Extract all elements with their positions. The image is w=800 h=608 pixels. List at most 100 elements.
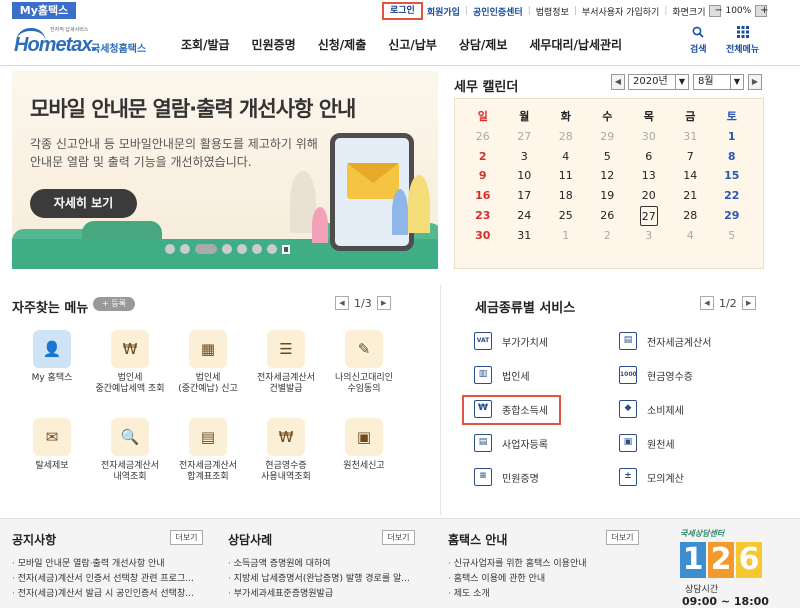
zoom-out-button[interactable]: − [709, 5, 723, 17]
favorite-item[interactable]: ✎ 나의신고대리인 수임동의 [324, 330, 404, 395]
dept-user-signup-link[interactable]: 부서사용자 가입하기 [578, 5, 663, 18]
calendar-day[interactable]: 29 [711, 206, 753, 226]
calendar-day[interactable]: 15 [711, 166, 753, 186]
next-page-button[interactable]: ▶ [741, 296, 756, 310]
calendar-day[interactable]: 7 [670, 147, 712, 167]
list-item[interactable]: 소득금액 증명원에 대하여 [228, 557, 422, 572]
favorite-item[interactable]: ✉ 탈세제보 [12, 418, 92, 472]
calendar-day[interactable]: 14 [670, 166, 712, 186]
banner-dot[interactable] [165, 244, 175, 254]
calendar-day[interactable]: 26 [587, 206, 629, 226]
calendar-day[interactable]: 2 [462, 147, 504, 167]
nav-item-tax-agent[interactable]: 세무대리/납세관리 [529, 36, 622, 53]
login-link[interactable]: 로그인 [382, 2, 423, 20]
list-item[interactable]: 전자(세금)계산서 인증서 선택창 관련 프로그... [12, 572, 212, 587]
month-select[interactable]: 8월 ▼ [693, 74, 744, 90]
favorite-item[interactable]: ▣ 원천세신고 [324, 418, 404, 472]
calendar-day[interactable]: 3 [504, 147, 546, 167]
calendar-day[interactable]: 23 [462, 206, 504, 226]
calendar-day[interactable]: 31 [504, 226, 546, 246]
calendar-day[interactable]: 11 [545, 166, 587, 186]
banner-description: 각종 신고안내 등 모바일안내문의 활용도를 제고하기 위해 안내문 열람 및 … [30, 137, 318, 169]
list-item[interactable]: 제도 소개 [448, 587, 648, 602]
calendar-day[interactable]: 6 [628, 147, 670, 167]
nav-item-consulting[interactable]: 상담/제보 [459, 36, 508, 53]
list-item[interactable]: 전자(세금)계산서 발급 시 공인인증서 선택창... [12, 587, 212, 602]
cert-center-link[interactable]: 공인인증센터 [469, 5, 527, 18]
calendar-day[interactable]: 21 [670, 186, 712, 206]
favorite-item[interactable]: ▦ 법인세 (중간예납) 신고 [168, 330, 248, 395]
calendar-day[interactable]: 9 [462, 166, 504, 186]
all-menu-button[interactable]: 전체메뉴 [726, 26, 759, 55]
favorite-item[interactable]: 👤 My 홈택스 [12, 330, 92, 384]
tax-service-item[interactable]: ▥ 법인세 [474, 366, 530, 384]
banner-dot[interactable] [252, 244, 262, 254]
banner-dot[interactable] [222, 244, 232, 254]
tax-service-item[interactable]: ▤ 전자세금계산서 [619, 332, 711, 350]
calendar-day[interactable]: 28 [670, 206, 712, 226]
next-month-button[interactable]: ▶ [748, 74, 762, 90]
nav-item-filing[interactable]: 신고/납부 [388, 36, 437, 53]
list-item[interactable]: 부가세과세표준증명원발급 [228, 587, 422, 602]
calendar-day[interactable]: 4 [545, 147, 587, 167]
cases-more-button[interactable]: 더보기 [382, 530, 415, 545]
call-center-126[interactable]: 국세상담센터 1 2 6 상담시간 09:00 ~ 18:00 [680, 528, 790, 608]
register-favorite-button[interactable]: + 등록 [93, 297, 135, 311]
favorite-item[interactable]: ₩ 현금영수증 사용내역조회 [246, 418, 326, 483]
tax-service-item[interactable]: 1000 현금영수증 [619, 366, 693, 384]
year-select[interactable]: 2020년 ▼ [628, 74, 689, 90]
signup-link[interactable]: 회원가입 [423, 5, 464, 18]
favorite-item[interactable]: ₩ 법인세 중간예납세액 조회 [90, 330, 170, 395]
calendar-day[interactable]: 27 [640, 205, 658, 226]
calendar-day[interactable]: 22 [711, 186, 753, 206]
calendar-day[interactable]: 20 [628, 186, 670, 206]
prev-page-button[interactable]: ◀ [335, 296, 349, 310]
favorite-item[interactable]: ☰ 전자세금계산서 건별발급 [246, 330, 326, 395]
nav-item-application[interactable]: 신청/제출 [318, 36, 367, 53]
nav-item-inquiry[interactable]: 조회/발급 [181, 36, 230, 53]
favorite-item[interactable]: 🔍 전자세금계산서 내역조회 [90, 418, 170, 483]
calendar-day[interactable]: 17 [504, 186, 546, 206]
tax-service-item[interactable]: ± 모의계산 [619, 468, 684, 486]
prev-page-button[interactable]: ◀ [700, 296, 714, 310]
list-item[interactable]: 지방세 납세증명서(완납증명) 발행 경로를 알... [228, 572, 422, 587]
list-item[interactable]: 신규사업자를 위한 홈택스 이용안내 [448, 557, 648, 572]
tax-service-item[interactable]: ▤ 사업자등록 [474, 434, 548, 452]
calendar-day[interactable]: 1 [711, 127, 753, 147]
calendar-day[interactable]: 5 [587, 147, 629, 167]
banner-detail-button[interactable]: 자세히 보기 [30, 189, 137, 218]
main-banner[interactable]: 모바일 안내문 열람·출력 개선사항 안내 각종 신고안내 등 모바일안내문의 … [12, 71, 438, 269]
nav-item-certificate[interactable]: 민원증명 [252, 36, 296, 53]
prev-month-button[interactable]: ◀ [611, 74, 625, 90]
calendar-day[interactable]: 30 [462, 226, 504, 246]
calendar-day[interactable]: 8 [711, 147, 753, 167]
tax-service-item[interactable]: VAT 부가가치세 [474, 332, 548, 350]
calendar-day[interactable]: 12 [587, 166, 629, 186]
calendar-day[interactable]: 16 [462, 186, 504, 206]
notices-more-button[interactable]: 더보기 [170, 530, 203, 545]
tax-service-item[interactable]: ▣ 원천세 [619, 434, 675, 452]
tax-service-item[interactable]: ≡ 민원증명 [474, 468, 539, 486]
favorite-item[interactable]: ▤ 전자세금계산서 합계표조회 [168, 418, 248, 483]
list-item[interactable]: 모바일 안내문 열람·출력 개선사항 안내 [12, 557, 212, 572]
calendar-day[interactable]: 10 [504, 166, 546, 186]
zoom-in-button[interactable]: + [755, 5, 769, 17]
banner-dot-active[interactable] [195, 244, 217, 254]
next-page-button[interactable]: ▶ [376, 296, 391, 310]
banner-dot[interactable] [180, 244, 190, 254]
guide-more-button[interactable]: 더보기 [606, 530, 639, 545]
my-hometax-tab[interactable]: My홈택스 [12, 2, 76, 19]
banner-dot[interactable] [237, 244, 247, 254]
pause-icon[interactable] [282, 244, 290, 254]
calendar-day[interactable]: 24 [504, 206, 546, 226]
calendar-day[interactable]: 19 [587, 186, 629, 206]
hometax-logo[interactable]: 전자적 납세서비스 Hometax. 국세청홈택스 [12, 24, 162, 60]
law-info-link[interactable]: 법령정보 [532, 5, 573, 18]
calendar-day[interactable]: 13 [628, 166, 670, 186]
banner-dot[interactable] [267, 244, 277, 254]
calendar-day[interactable]: 25 [545, 206, 587, 226]
list-item[interactable]: 홈택스 이용에 관한 안내 [448, 572, 648, 587]
search-button[interactable]: 검색 [690, 26, 707, 55]
calendar-day[interactable]: 18 [545, 186, 587, 206]
tax-service-item[interactable]: ◆ 소비제세 [619, 400, 684, 418]
